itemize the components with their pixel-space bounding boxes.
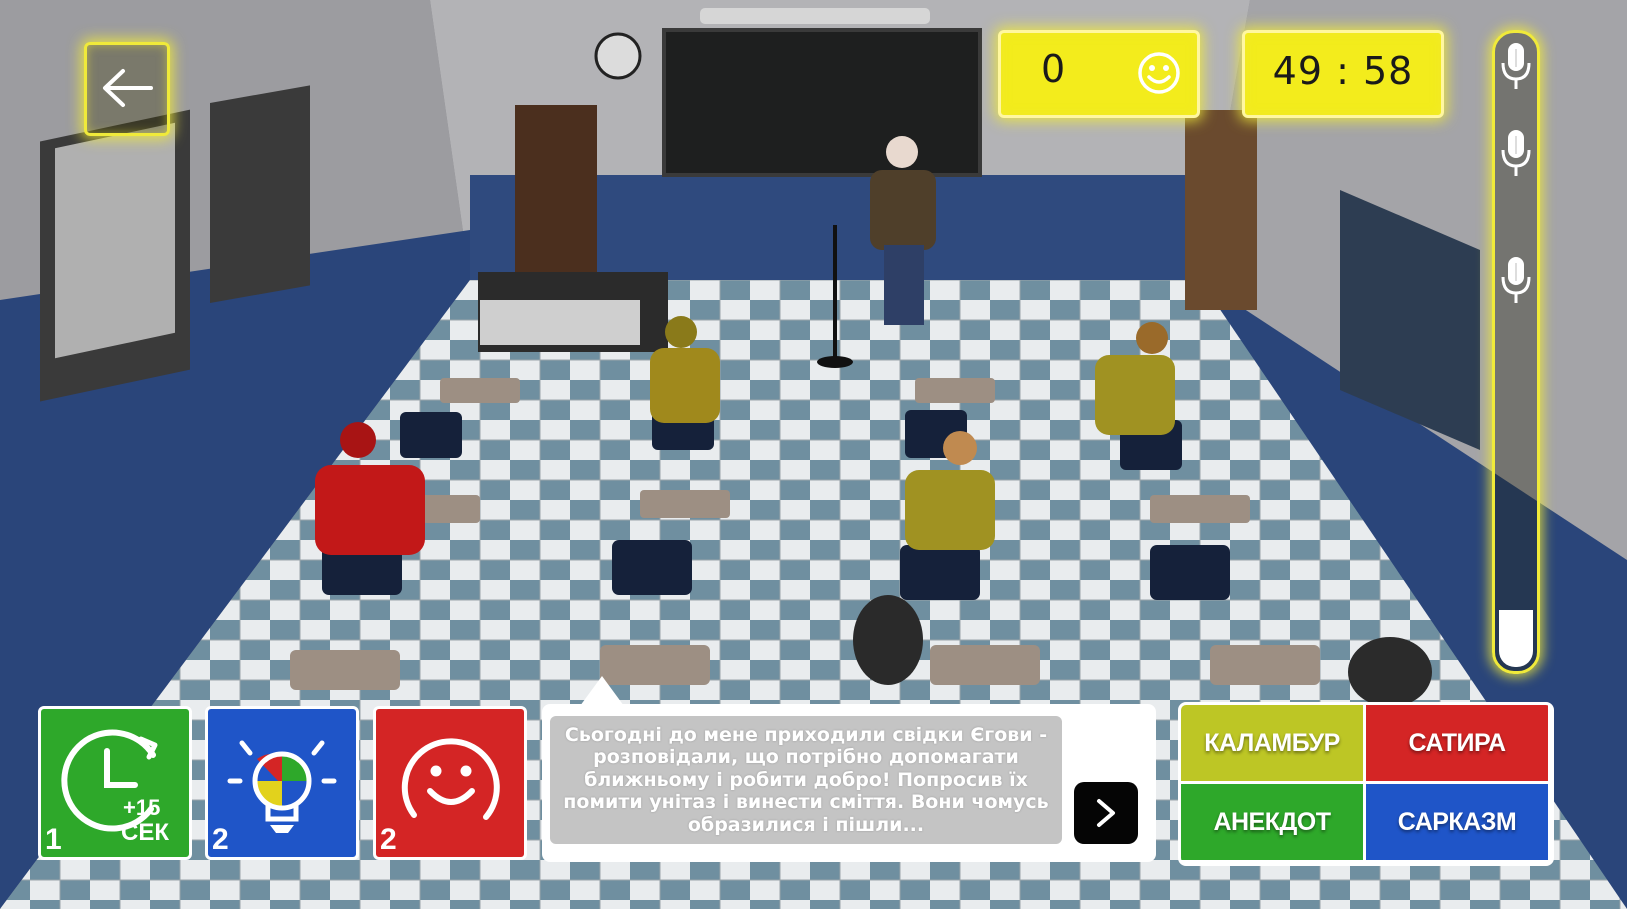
back-button[interactable]: [84, 42, 170, 136]
genre-satire-button[interactable]: САТИРА: [1366, 705, 1548, 781]
joke-powerup-button[interactable]: 2: [373, 706, 527, 860]
powerup-count: 2: [380, 823, 397, 856]
microphone-icon: [1501, 257, 1531, 303]
extra-time-amount: +15: [123, 795, 161, 820]
speech-bubble-tail: [580, 676, 624, 706]
timer-value: 49 : 58: [1272, 49, 1414, 93]
powerup-count: 1: [45, 823, 62, 856]
genre-joke-button[interactable]: АНЕКДОТ: [1181, 784, 1363, 860]
microphone-icon: [1501, 43, 1531, 89]
genre-pun-button[interactable]: КАЛАМБУР: [1181, 705, 1363, 781]
mic-level-bar: [1492, 30, 1540, 674]
hint-powerup-button[interactable]: 2: [205, 706, 359, 860]
smile-icon: [1138, 52, 1180, 94]
microphone-icon: [1501, 130, 1531, 176]
timer-display: 49 : 58: [1242, 30, 1444, 118]
genre-selector: КАЛАМБУР САТИРА АНЕКДОТ САРКАЗМ: [1178, 702, 1554, 866]
joke-panel: Сьогодні до мене приходили свідки Єгови …: [542, 704, 1156, 862]
powerup-count: 2: [212, 823, 229, 856]
game-screen: 0 49 : 58 +15 СЕК 1 2 2 Сьогодні до мене…: [0, 0, 1627, 909]
joke-text: Сьогодні до мене приходили свідки Єгови …: [563, 723, 1049, 836]
arrow-left-icon: [103, 69, 153, 107]
score-value: 0: [1041, 47, 1066, 91]
extra-time-unit: СЕК: [121, 819, 169, 846]
chevron-right-icon: [1097, 799, 1115, 827]
score-display: 0: [998, 30, 1200, 118]
mic-level-fill: [1499, 610, 1533, 667]
smile-icon: [401, 738, 500, 820]
joke-text-box: Сьогодні до мене приходили свідки Єгови …: [550, 716, 1062, 844]
next-joke-button[interactable]: [1074, 782, 1138, 844]
genre-sarcasm-button[interactable]: САРКАЗМ: [1366, 784, 1548, 860]
lightbulb-icon: [227, 740, 337, 833]
extra-time-powerup-button[interactable]: +15 СЕК 1: [38, 706, 192, 860]
